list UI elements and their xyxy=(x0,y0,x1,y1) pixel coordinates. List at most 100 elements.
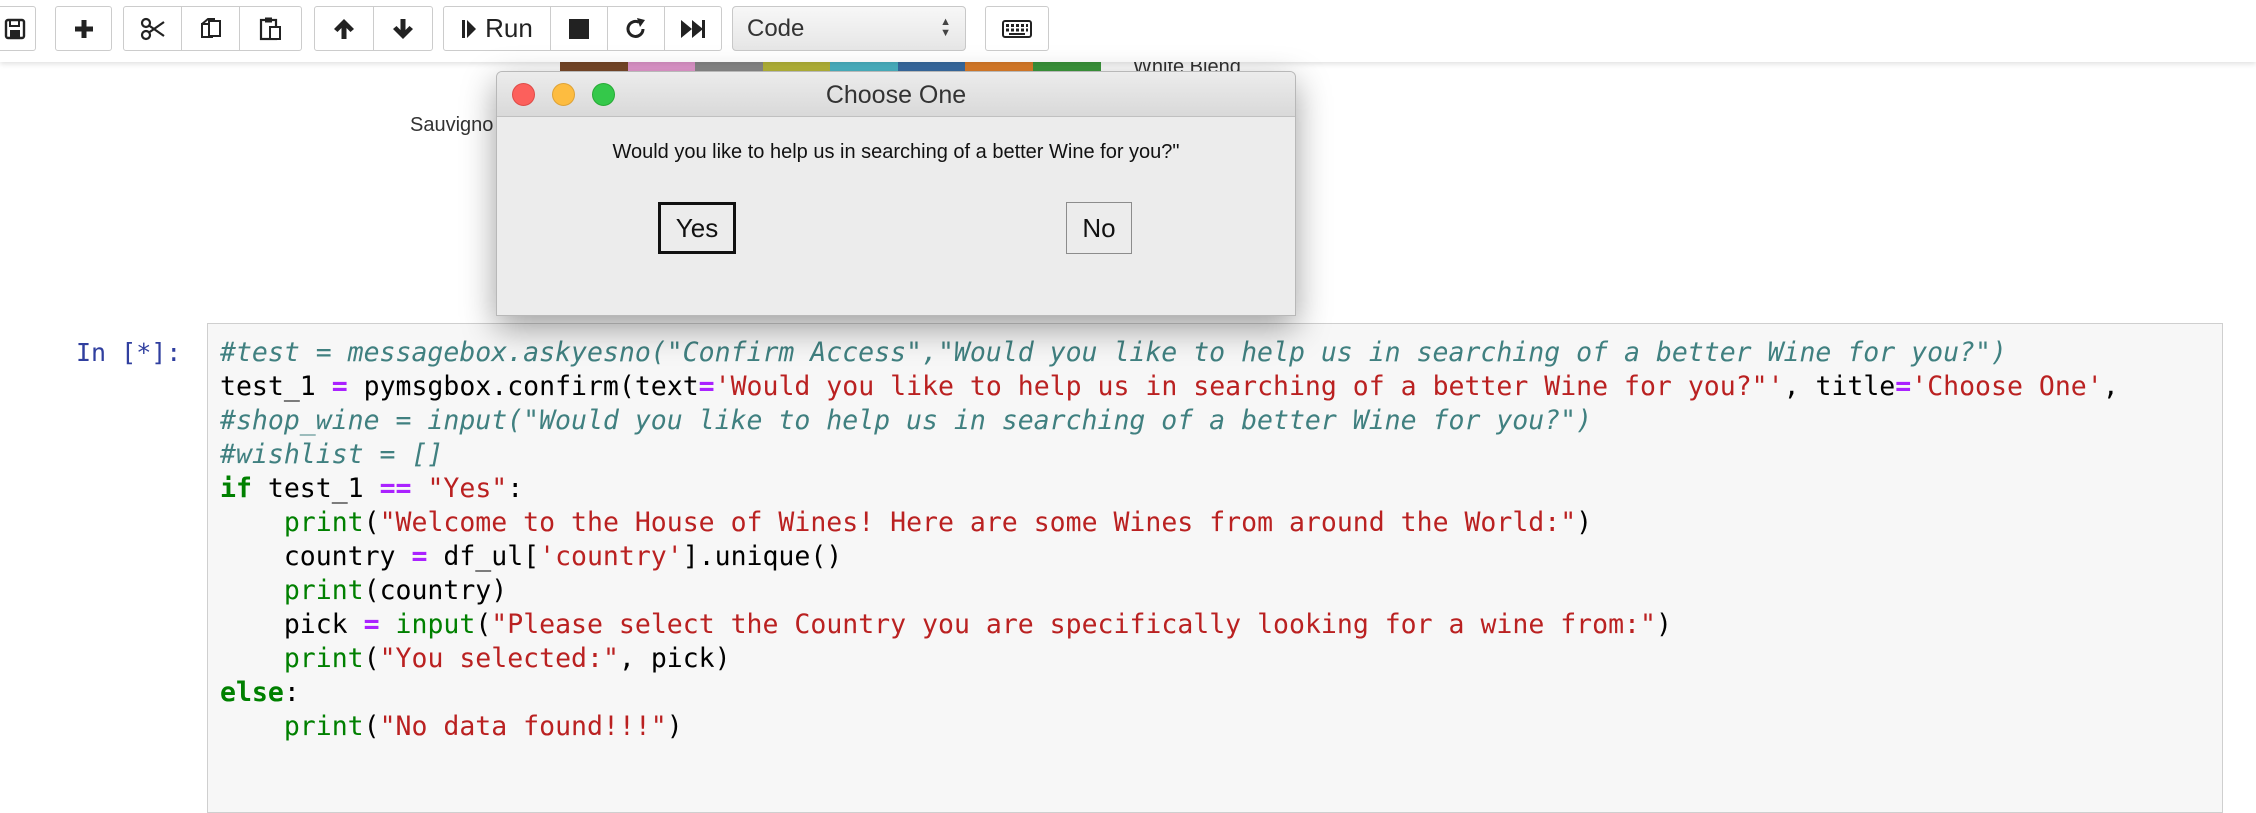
arrow-up-icon xyxy=(334,18,354,39)
interrupt-button[interactable] xyxy=(550,6,608,51)
move-down-button[interactable] xyxy=(373,6,433,51)
dialog-message: Would you like to help us in searching o… xyxy=(612,141,1180,163)
paste-icon xyxy=(259,17,281,40)
no-button[interactable]: No xyxy=(1066,202,1132,254)
cell-type-select[interactable]: Code ▲ ▼ xyxy=(732,6,966,51)
code-token: #shop_wine = input("Would you like to he… xyxy=(220,405,1593,436)
code-token: df_ul[ xyxy=(427,541,540,572)
code-line: country = df_ul['country'].unique() xyxy=(220,540,2119,574)
code-line: if test_1 == "Yes": xyxy=(220,472,2119,506)
code-token: "You selected:" xyxy=(379,643,619,674)
dialog-title: Choose One xyxy=(825,81,967,109)
confirm-dialog: Choose One Would you like to help us in … xyxy=(496,71,1296,316)
yes-button[interactable]: Yes xyxy=(658,202,736,254)
code-token: ( xyxy=(363,711,380,742)
code-token: , title xyxy=(1783,371,1896,402)
code-line: test_1 = pymsgbox.confirm(text='Would yo… xyxy=(220,370,2119,404)
code-token: if xyxy=(220,473,252,504)
select-arrows-icon: ▲ ▼ xyxy=(940,16,951,39)
code-line: print("No data found!!!") xyxy=(220,710,2119,744)
code-token: ( xyxy=(475,609,492,640)
arrow-down-icon xyxy=(393,18,413,39)
move-up-button[interactable] xyxy=(314,6,374,51)
code-token: (country) xyxy=(363,575,508,606)
insert-cell-button[interactable] xyxy=(55,6,112,51)
code-token: 'country' xyxy=(539,541,683,572)
code-line: print("Welcome to the House of Wines! He… xyxy=(220,506,2119,540)
code-token: print xyxy=(283,711,364,742)
code-token: "Welcome to the House of Wines! Here are… xyxy=(379,507,1577,538)
code-line: pick = input("Please select the Country … xyxy=(220,608,2119,642)
code-token: test_1 xyxy=(251,473,380,504)
copy-icon xyxy=(200,17,221,38)
code-token: = xyxy=(1895,371,1912,402)
code-token: = xyxy=(411,541,428,572)
code-token: test_1 xyxy=(220,371,332,402)
code-token: ) xyxy=(1655,609,1672,640)
run-all-button[interactable] xyxy=(664,6,722,51)
fast-forward-icon xyxy=(681,19,705,38)
keyboard-icon xyxy=(1002,19,1032,38)
code-token: = xyxy=(331,371,348,402)
code-token: ) xyxy=(666,711,683,742)
notebook-toolbar: Run Code ▲ ▼ xyxy=(0,0,2256,62)
code-token: "Yes" xyxy=(427,473,508,504)
code-token: input xyxy=(395,609,476,640)
code-token: : xyxy=(283,677,300,708)
cell-type-value: Code xyxy=(747,14,805,42)
code-line: #test = messagebox.askyesno("Confirm Acc… xyxy=(220,336,2119,370)
code-token: , xyxy=(2102,371,2119,402)
code-line: #wishlist = [] xyxy=(220,438,2119,472)
code-token: ( xyxy=(363,507,380,538)
save-button[interactable] xyxy=(0,6,36,51)
cell-prompt: In [*]: xyxy=(76,338,182,367)
code-token: , pick) xyxy=(618,643,731,674)
code-token: = xyxy=(698,371,715,402)
restart-button[interactable] xyxy=(607,6,665,51)
code-token: country xyxy=(220,541,412,572)
code-token: 'Would you like to help us in searching … xyxy=(714,371,1784,402)
restart-icon xyxy=(626,17,645,38)
copy-button[interactable] xyxy=(181,6,240,51)
code-token: ) xyxy=(1576,507,1593,538)
code-token: "No data found!!!" xyxy=(379,711,667,742)
code-line: else: xyxy=(220,676,2119,710)
code-token: = xyxy=(363,609,380,640)
chart-label-sauvignon: Sauvigno xyxy=(410,114,494,136)
code-token: #wishlist = [] xyxy=(220,439,444,470)
code-cell-input[interactable]: #test = messagebox.askyesno("Confirm Acc… xyxy=(207,323,2223,813)
code-line: print(country) xyxy=(220,574,2119,608)
code-token: == xyxy=(379,473,412,504)
code-token: print xyxy=(283,575,364,606)
code-token: 'Choose One' xyxy=(1911,371,2103,402)
scissors-icon xyxy=(140,17,165,40)
code-token: pymsgbox.confirm(text xyxy=(347,371,699,402)
command-palette-button[interactable] xyxy=(985,6,1049,51)
code-token: print xyxy=(283,507,364,538)
cut-button[interactable] xyxy=(123,6,182,51)
code-editor[interactable]: #test = messagebox.askyesno("Confirm Acc… xyxy=(220,336,2119,744)
stop-icon xyxy=(569,18,589,39)
code-line: #shop_wine = input("Would you like to he… xyxy=(220,404,2119,438)
code-token: #test = messagebox.askyesno("Confirm Acc… xyxy=(220,337,2007,368)
code-token: ( xyxy=(363,643,380,674)
plus-icon xyxy=(74,19,93,38)
code-token: pick xyxy=(220,609,364,640)
paste-button[interactable] xyxy=(239,6,302,51)
step-forward-icon xyxy=(462,19,477,38)
code-token: "Please select the Country you are speci… xyxy=(491,609,1656,640)
dialog-titlebar[interactable]: Choose One xyxy=(497,72,1295,117)
code-token: : xyxy=(507,473,524,504)
run-label: Run xyxy=(485,13,533,43)
code-line: print("You selected:", pick) xyxy=(220,642,2119,676)
save-icon xyxy=(4,18,26,39)
code-token: print xyxy=(283,643,364,674)
code-token: else xyxy=(220,677,284,708)
run-button[interactable]: Run xyxy=(443,6,551,51)
